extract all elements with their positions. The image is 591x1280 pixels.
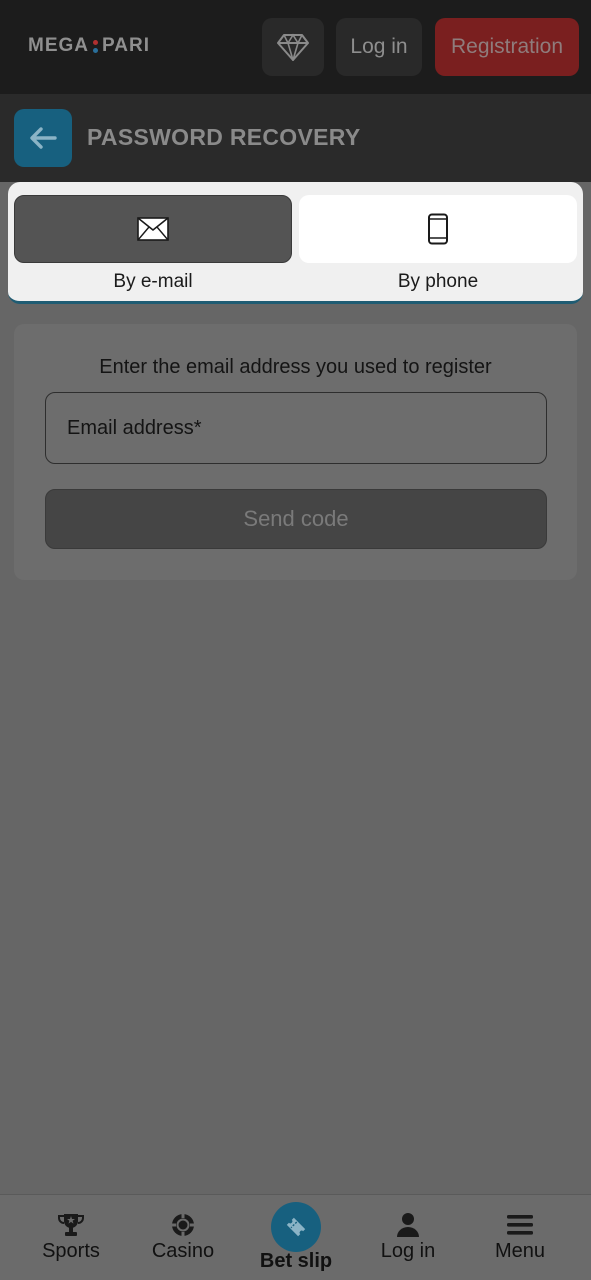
logo-text-left: MEGA <box>28 35 89 56</box>
form-instruction: Enter the email address you used to regi… <box>99 356 492 378</box>
tab-by-phone-label[interactable]: By phone <box>299 271 577 293</box>
nav-item-casino[interactable]: Casino <box>133 1195 233 1280</box>
hamburger-menu-icon <box>505 1212 535 1238</box>
ticket-icon <box>271 1202 321 1252</box>
nav-item-bet-slip[interactable]: Bet slip <box>246 1195 346 1280</box>
top-header: MEGA PARI Log in Registration <box>0 0 591 94</box>
nav-label-casino: Casino <box>151 1240 215 1262</box>
vip-button[interactable] <box>262 18 324 76</box>
logo-text-right: PARI <box>102 35 150 56</box>
user-icon <box>393 1212 423 1238</box>
smartphone-icon <box>428 213 448 245</box>
nav-item-login[interactable]: Log in <box>358 1195 458 1280</box>
back-button[interactable] <box>14 109 72 167</box>
logo-dots <box>93 39 98 53</box>
email-field[interactable]: Email address* <box>45 392 547 464</box>
registration-button[interactable]: Registration <box>435 18 579 76</box>
nav-label-bet-slip: Bet slip <box>259 1250 333 1272</box>
tab-by-email[interactable] <box>14 195 292 263</box>
casino-chip-icon <box>168 1212 198 1238</box>
nav-label-menu: Menu <box>494 1240 546 1262</box>
tab-by-phone[interactable] <box>299 195 577 263</box>
megapari-logo[interactable]: MEGA PARI <box>28 34 150 58</box>
page-title: PASSWORD RECOVERY <box>87 124 361 150</box>
bottom-nav: Sports Casino Bet slip Log in Menu <box>0 1194 591 1280</box>
title-bar: PASSWORD RECOVERY <box>0 94 591 182</box>
nav-label-login: Log in <box>380 1240 436 1262</box>
recovery-method-selector: By e-mail By phone <box>8 182 583 304</box>
trophy-icon <box>56 1212 86 1238</box>
envelope-icon <box>137 217 169 241</box>
nav-item-sports[interactable]: Sports <box>21 1195 121 1280</box>
arrow-left-icon <box>30 127 57 149</box>
diamond-icon <box>277 33 309 61</box>
header-login-button[interactable]: Log in <box>336 18 422 76</box>
tab-by-email-label[interactable]: By e-mail <box>14 271 292 293</box>
nav-item-menu[interactable]: Menu <box>470 1195 570 1280</box>
send-code-button[interactable]: Send code <box>45 489 547 549</box>
recovery-form: Enter the email address you used to regi… <box>14 324 577 580</box>
nav-label-sports: Sports <box>42 1240 100 1262</box>
